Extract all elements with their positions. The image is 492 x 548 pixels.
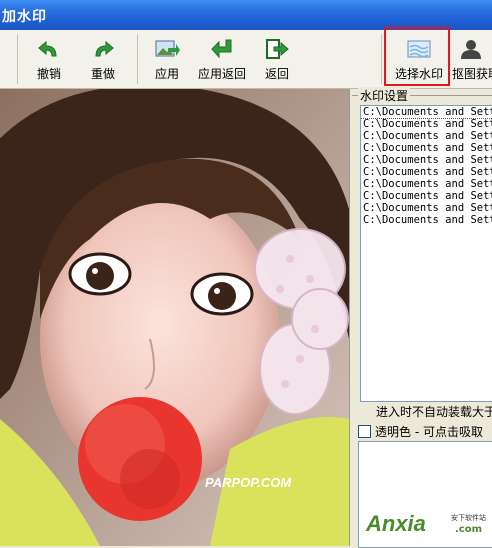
undo-arrow-icon xyxy=(38,40,57,57)
back-button[interactable]: 返回 xyxy=(258,34,296,84)
portrait-photo: PARPOP.COM xyxy=(0,89,349,546)
toolbar-separator xyxy=(381,34,382,84)
photo-canvas[interactable]: PARPOP.COM xyxy=(0,89,350,546)
redo-button[interactable]: 重做 xyxy=(82,34,124,84)
file-list-item[interactable]: C:\Documents and Settings xyxy=(361,178,492,190)
group-title: 水印设置 xyxy=(358,87,411,104)
watermark-settings-panel: 水印设置 C:\Documents and SettingsC:\Documen… xyxy=(350,87,492,548)
toolbar-separator xyxy=(137,34,138,84)
watermark-file-list[interactable]: C:\Documents and SettingsC:\Documents an… xyxy=(360,105,492,402)
anxia-logo: Anxia xyxy=(366,511,426,536)
file-list-item[interactable]: C:\Documents and Settings xyxy=(361,202,492,214)
redo-arrow-icon xyxy=(95,40,114,57)
anxia-logo-domain: .com xyxy=(455,524,483,535)
file-list-item[interactable]: C:\Documents and Settings xyxy=(361,118,492,130)
capture-button[interactable]: 抠图获取 xyxy=(450,34,492,84)
apply-button[interactable]: 应用 xyxy=(146,34,188,84)
undo-button[interactable]: 撤销 xyxy=(28,34,70,84)
file-list-item[interactable]: C:\Documents and Settings xyxy=(361,190,492,202)
file-list-item[interactable]: C:\Documents and Settings xyxy=(361,130,492,142)
anxia-logo-sub: 安下软件站 xyxy=(451,514,486,522)
autoload-note: 进入时不自动装载大于 xyxy=(376,405,492,419)
file-list-item[interactable]: C:\Documents and Settings xyxy=(361,166,492,178)
photo-watermark-text: PARPOP.COM xyxy=(205,475,292,490)
user-silhouette-icon xyxy=(461,40,481,59)
title-bar: 加水印 xyxy=(0,0,492,30)
transparent-checkbox[interactable] xyxy=(358,425,371,438)
file-list-item[interactable]: C:\Documents and Settings xyxy=(361,142,492,154)
exit-door-icon xyxy=(266,39,289,59)
apply-image-icon xyxy=(155,40,180,57)
transparent-label: 透明色 - 可点击吸取 xyxy=(375,425,483,439)
file-list-item[interactable]: C:\Documents and Settings xyxy=(361,214,492,226)
apply-back-arrow-icon xyxy=(211,39,232,59)
transparent-color-option[interactable]: 透明色 - 可点击吸取 xyxy=(358,423,483,440)
file-list-item[interactable]: C:\Documents and Settings xyxy=(361,106,492,119)
apply-back-button[interactable]: 应用返回 xyxy=(196,34,248,84)
toolbar-separator xyxy=(17,34,18,84)
window-title: 加水印 xyxy=(2,9,47,25)
select-watermark-highlight xyxy=(384,27,450,86)
file-list-item[interactable]: C:\Documents and Settings xyxy=(361,154,492,166)
